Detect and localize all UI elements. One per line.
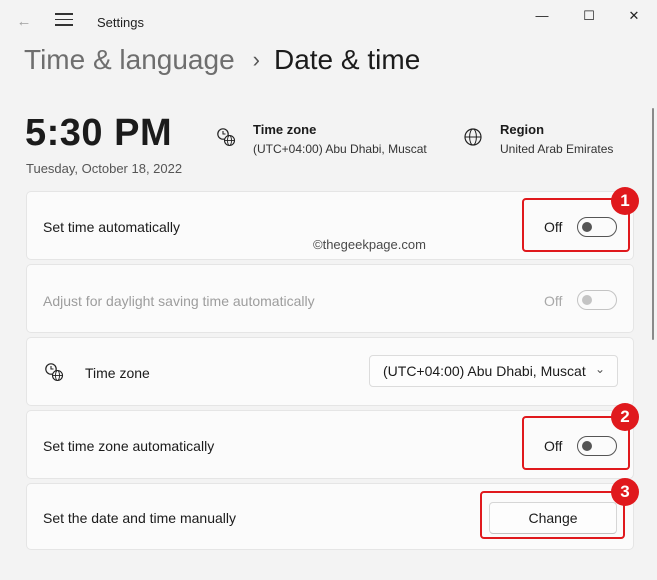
region-summary-value: United Arab Emirates [500,142,614,156]
daylight-saving-card: Adjust for daylight saving time automati… [26,264,634,333]
current-time: 5:30 PM [25,112,173,154]
time-zone-dropdown[interactable]: (UTC+04:00) Abu Dhabi, Muscat ⌄ [369,355,618,387]
time-zone-card: Time zone (UTC+04:00) Abu Dhabi, Muscat … [26,337,634,406]
clock-globe-icon [45,363,64,382]
annotation-badge-3: 3 [611,478,639,506]
time-zone-label: Time zone [85,365,150,381]
back-arrow-icon[interactable]: ← [14,12,34,32]
hamburger-menu-icon[interactable] [55,13,73,29]
breadcrumb-separator: › [252,47,260,72]
set-date-time-manually-label: Set the date and time manually [43,510,237,526]
timezone-summary-title: Time zone [253,122,317,137]
set-time-zone-automatically-label: Set time zone automatically [43,438,215,454]
window-title: Settings [97,15,144,30]
annotation-badge-2: 2 [611,403,639,431]
highlight-box-3 [480,491,625,539]
timezone-summary-value: (UTC+04:00) Abu Dhabi, Muscat [253,142,427,156]
close-button[interactable]: ✕ [614,4,654,28]
clock-globe-icon [217,128,236,147]
daylight-saving-state: Off [544,293,563,309]
maximize-button[interactable]: ☐ [569,4,609,28]
watermark-text: ©thegeekpage.com [313,237,426,252]
current-date: Tuesday, October 18, 2022 [26,161,183,176]
region-summary-title: Region [500,122,545,137]
annotation-badge-1: 1 [611,187,639,215]
breadcrumb: Time & language › Date & time [24,44,420,84]
globe-icon [464,128,482,146]
minimize-button[interactable]: — [522,4,562,28]
chevron-down-icon: ⌄ [594,362,605,376]
breadcrumb-parent-link[interactable]: Time & language [24,44,235,76]
daylight-saving-toggle [577,290,617,310]
page-title: Date & time [273,44,421,75]
set-time-automatically-label: Set time automatically [43,219,180,235]
title-bar: ← Settings — ☐ ✕ [0,0,657,40]
time-zone-dropdown-value: (UTC+04:00) Abu Dhabi, Muscat [383,363,586,379]
scrollbar[interactable] [652,108,654,340]
daylight-saving-label: Adjust for daylight saving time automati… [43,293,315,309]
